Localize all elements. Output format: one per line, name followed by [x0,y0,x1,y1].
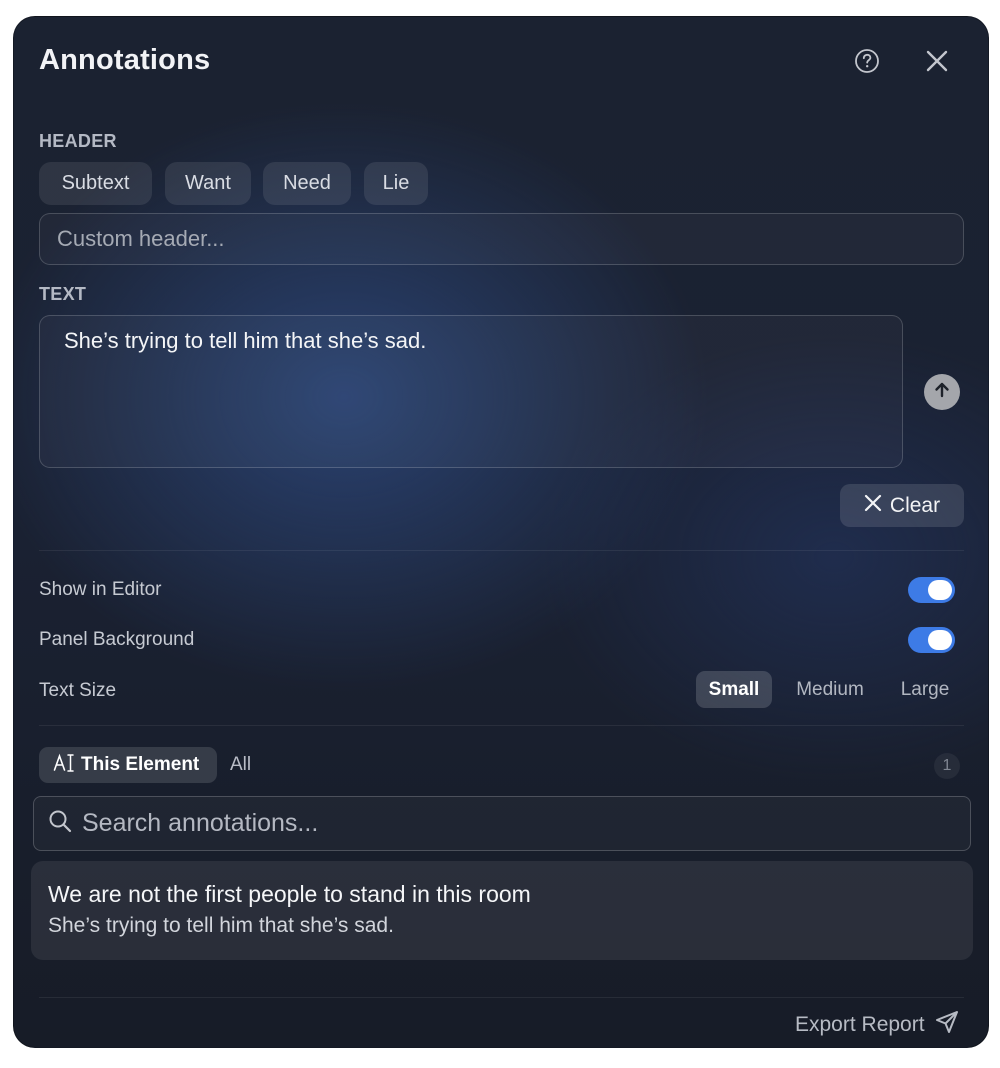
panel-background-label: Panel Background [39,629,195,650]
text-size-large[interactable]: Large [890,671,960,708]
text-section-label: TEXT [39,284,87,304]
send-icon [935,1010,959,1040]
text-size-label: Text Size [39,680,117,701]
divider [39,550,964,551]
header-section-label: HEADER [39,131,117,151]
divider [39,997,964,998]
text-size-small[interactable]: Small [696,671,772,708]
panel-title: Annotations [39,44,211,76]
tab-this-element-label: This Element [81,754,200,775]
result-text: She’s trying to tell him that she’s sad. [48,914,394,937]
text-size-medium[interactable]: Medium [784,671,876,708]
close-icon [864,494,882,518]
annotation-text-field[interactable]: She’s trying to tell him that she’s sad. [39,315,903,468]
tab-this-element[interactable]: This Element [39,747,217,783]
clear-label: Clear [889,493,941,517]
count-badge: 1 [934,753,960,779]
tab-all[interactable]: All [230,754,251,776]
chip-need[interactable]: Need [263,162,351,205]
search-placeholder: Search annotations... [82,809,319,837]
panel-background-toggle[interactable] [908,627,955,653]
custom-header-input[interactable]: Custom header... [39,213,964,265]
clear-button[interactable]: Clear [840,484,964,527]
annotations-panel: Annotations HEADER Subtext Want Need Lie… [13,16,989,1048]
submit-button[interactable] [924,374,960,410]
text-cursor-icon [53,752,75,779]
show-in-editor-label: Show in Editor [39,579,162,600]
chip-subtext[interactable]: Subtext [39,162,152,205]
chip-lie[interactable]: Lie [364,162,428,205]
close-icon[interactable] [924,48,950,74]
arrow-up-icon [932,380,952,405]
export-report-button[interactable]: Export Report [795,1010,959,1040]
show-in-editor-toggle[interactable] [908,577,955,603]
chip-want[interactable]: Want [165,162,251,205]
export-label: Export Report [795,1013,925,1036]
search-icon [48,809,72,838]
search-input[interactable]: Search annotations... [33,796,971,851]
question-circle-icon[interactable] [854,48,880,74]
divider [39,725,964,726]
result-title: We are not the first people to stand in … [48,881,531,907]
list-item[interactable]: We are not the first people to stand in … [31,861,973,960]
